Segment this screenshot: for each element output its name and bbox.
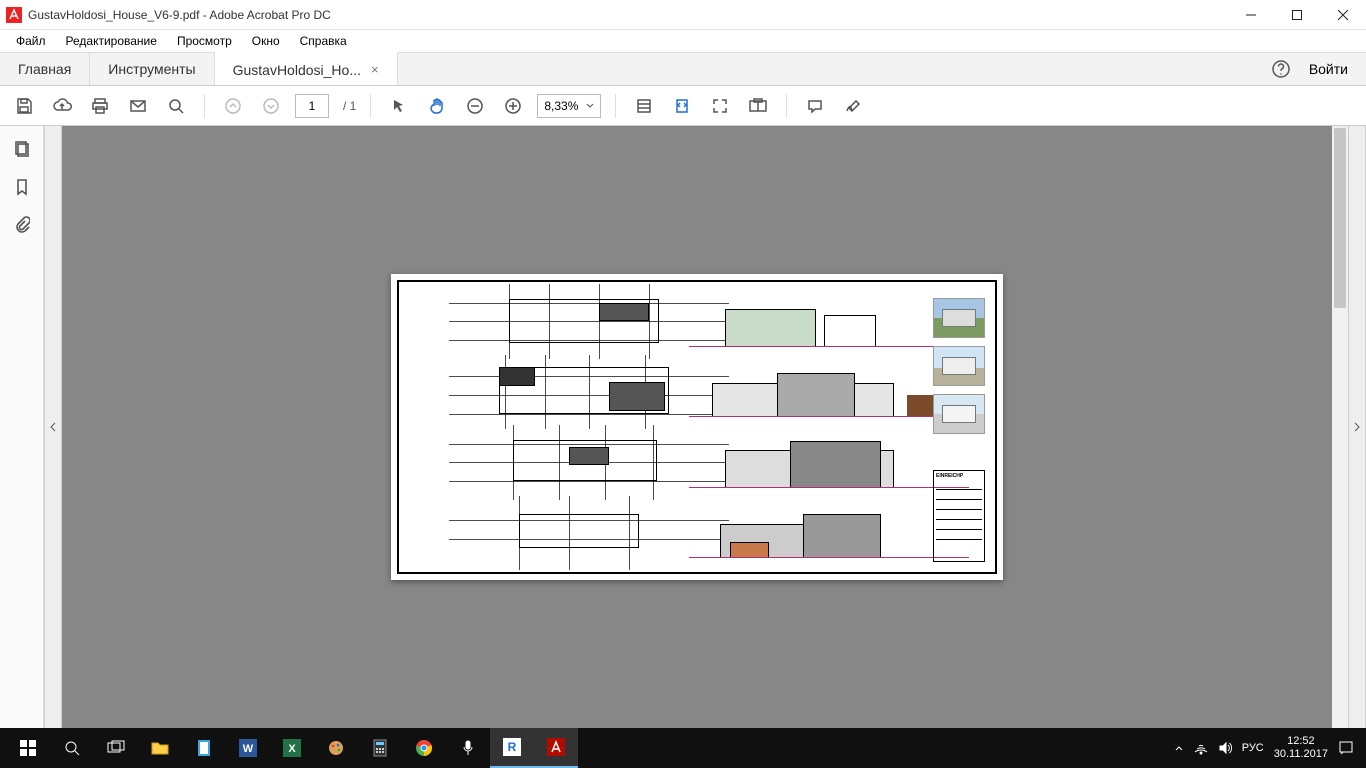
- search-taskbar-icon[interactable]: [50, 728, 94, 768]
- word-icon[interactable]: W: [226, 728, 270, 768]
- pointer-icon[interactable]: [385, 92, 413, 120]
- page-down-icon[interactable]: [257, 92, 285, 120]
- microphone-icon[interactable]: [446, 728, 490, 768]
- page-total-label: / 1: [343, 99, 356, 113]
- zoom-out-icon[interactable]: [461, 92, 489, 120]
- zoom-in-icon[interactable]: [499, 92, 527, 120]
- acrobat-taskbar-icon[interactable]: [534, 728, 578, 768]
- page-number-input[interactable]: [295, 94, 329, 118]
- chrome-icon[interactable]: [402, 728, 446, 768]
- drawing-titleblock: EINREICHP: [933, 470, 985, 562]
- acrobat-logo-icon: [6, 7, 22, 23]
- right-panel-toggle[interactable]: [1348, 126, 1366, 728]
- volume-icon[interactable]: [1218, 741, 1232, 755]
- login-button[interactable]: Войти: [1309, 61, 1348, 77]
- tab-document-label: GustavHoldosi_Ho...: [233, 62, 361, 78]
- window-title: GustavHoldosi_House_V6-9.pdf - Adobe Acr…: [28, 8, 1228, 22]
- maximize-button[interactable]: [1274, 0, 1320, 30]
- close-button[interactable]: [1320, 0, 1366, 30]
- fullscreen-icon[interactable]: [706, 92, 734, 120]
- search-icon[interactable]: [162, 92, 190, 120]
- bookmark-icon[interactable]: [14, 178, 30, 196]
- calculator-icon[interactable]: [358, 728, 402, 768]
- left-rail: [0, 126, 44, 728]
- minimize-button[interactable]: [1228, 0, 1274, 30]
- tab-row: Главная Инструменты GustavHoldosi_Ho... …: [0, 52, 1366, 86]
- comment-icon[interactable]: [801, 92, 829, 120]
- pdf-page: EINREICHP: [391, 274, 1003, 580]
- sign-icon[interactable]: [839, 92, 867, 120]
- menu-bar: Файл Редактирование Просмотр Окно Справк…: [0, 30, 1366, 52]
- save-icon[interactable]: [10, 92, 38, 120]
- print-icon[interactable]: [86, 92, 114, 120]
- menu-file[interactable]: Файл: [6, 32, 56, 50]
- taskbar-clock[interactable]: 12:52 30.11.2017: [1274, 735, 1328, 761]
- svg-text:R: R: [508, 740, 517, 754]
- left-panel-toggle[interactable]: [44, 126, 62, 728]
- chevron-down-icon: [586, 102, 594, 110]
- tab-home[interactable]: Главная: [0, 53, 90, 85]
- window-titlebar: GustavHoldosi_House_V6-9.pdf - Adobe Acr…: [0, 0, 1366, 30]
- tab-close-icon[interactable]: ×: [371, 62, 379, 77]
- tab-tools-label: Инструменты: [108, 61, 195, 77]
- excel-icon[interactable]: X: [270, 728, 314, 768]
- page-up-icon[interactable]: [219, 92, 247, 120]
- tab-tools[interactable]: Инструменты: [90, 53, 214, 85]
- clock-date: 30.11.2017: [1274, 748, 1328, 761]
- help-icon[interactable]: [1267, 55, 1295, 83]
- zoom-dropdown[interactable]: 8,33%: [537, 94, 601, 118]
- read-mode-icon[interactable]: [744, 92, 772, 120]
- menu-help[interactable]: Справка: [290, 32, 357, 50]
- tab-document[interactable]: GustavHoldosi_Ho... ×: [215, 52, 398, 85]
- network-icon[interactable]: [1194, 741, 1208, 755]
- file-explorer-icon[interactable]: [138, 728, 182, 768]
- vertical-scrollbar[interactable]: [1332, 126, 1348, 728]
- hand-icon[interactable]: [423, 92, 451, 120]
- menu-window[interactable]: Окно: [242, 32, 290, 50]
- taskview-icon[interactable]: [94, 728, 138, 768]
- revit-icon[interactable]: R: [490, 728, 534, 768]
- windows-taskbar: W X R РУС 12:52 30.11.2017: [0, 728, 1366, 768]
- svg-text:X: X: [288, 743, 296, 755]
- cloud-icon[interactable]: [48, 92, 76, 120]
- toolbar: / 1 8,33%: [0, 86, 1366, 126]
- paint-icon[interactable]: [314, 728, 358, 768]
- thumbnails-icon[interactable]: [13, 140, 31, 158]
- svg-text:W: W: [243, 743, 254, 755]
- start-button[interactable]: [6, 728, 50, 768]
- attachment-icon[interactable]: [14, 216, 30, 234]
- notepad-icon[interactable]: [182, 728, 226, 768]
- language-indicator[interactable]: РУС: [1242, 742, 1264, 754]
- clock-time: 12:52: [1274, 735, 1328, 748]
- tab-home-label: Главная: [18, 61, 71, 77]
- tray-chevron-icon[interactable]: [1174, 743, 1184, 753]
- main-area: EINREICHP: [0, 126, 1366, 728]
- system-tray: РУС 12:52 30.11.2017: [1174, 735, 1360, 761]
- document-viewport[interactable]: EINREICHP: [62, 126, 1332, 728]
- menu-view[interactable]: Просмотр: [167, 32, 242, 50]
- notifications-icon[interactable]: [1338, 740, 1354, 756]
- email-icon[interactable]: [124, 92, 152, 120]
- zoom-value: 8,33%: [544, 99, 578, 113]
- fit-page-icon[interactable]: [668, 92, 696, 120]
- menu-edit[interactable]: Редактирование: [56, 32, 167, 50]
- fit-width-icon[interactable]: [630, 92, 658, 120]
